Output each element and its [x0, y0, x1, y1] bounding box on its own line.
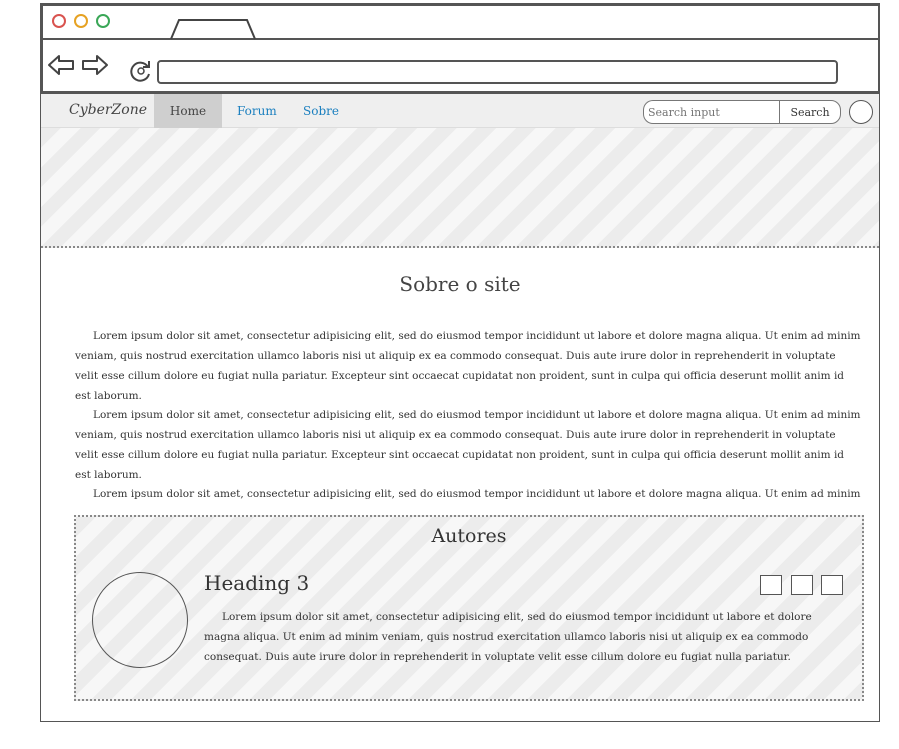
minimize-dot[interactable] — [74, 14, 88, 28]
paragraph: Lorem ipsum dolor sit amet, consectetur … — [75, 330, 861, 402]
browser-tab[interactable] — [169, 18, 259, 40]
site-brand[interactable]: CyberZone — [69, 102, 147, 118]
nav-forum[interactable]: Forum — [237, 94, 277, 128]
forward-arrow-icon[interactable] — [81, 54, 109, 76]
user-avatar[interactable] — [849, 100, 873, 124]
browser-window: CyberZone Home Forum Sobre Search Sobre … — [40, 3, 880, 722]
site-navbar: CyberZone Home Forum Sobre Search — [41, 94, 879, 128]
maximize-dot[interactable] — [96, 14, 110, 28]
search-button[interactable]: Search — [779, 100, 841, 124]
social-icon-1[interactable] — [760, 575, 782, 595]
social-icon-3[interactable] — [821, 575, 843, 595]
nav-sobre[interactable]: Sobre — [303, 94, 339, 128]
title-bar — [41, 4, 879, 40]
nav-home[interactable]: Home — [154, 94, 222, 128]
reload-icon[interactable] — [129, 59, 153, 83]
authors-section: Autores Heading 3 Lorem ipsum dolor sit … — [74, 515, 864, 701]
page-title: Sobre o site — [399, 272, 521, 296]
search-input[interactable] — [643, 100, 781, 124]
authors-title: Autores — [431, 525, 507, 547]
paragraph: Lorem ipsum dolor sit amet, consectetur … — [93, 488, 861, 500]
author-photo — [92, 572, 188, 668]
author-bio: Lorem ipsum dolor sit amet, consectetur … — [204, 611, 812, 663]
address-bar — [41, 40, 879, 94]
paragraph: Lorem ipsum dolor sit amet, consectetur … — [75, 409, 861, 481]
social-icon-2[interactable] — [791, 575, 813, 595]
author-heading: Heading 3 — [204, 571, 310, 595]
hero-image-placeholder — [41, 128, 879, 248]
address-input[interactable] — [157, 60, 838, 84]
back-arrow-icon[interactable] — [47, 54, 75, 76]
close-dot[interactable] — [52, 14, 66, 28]
